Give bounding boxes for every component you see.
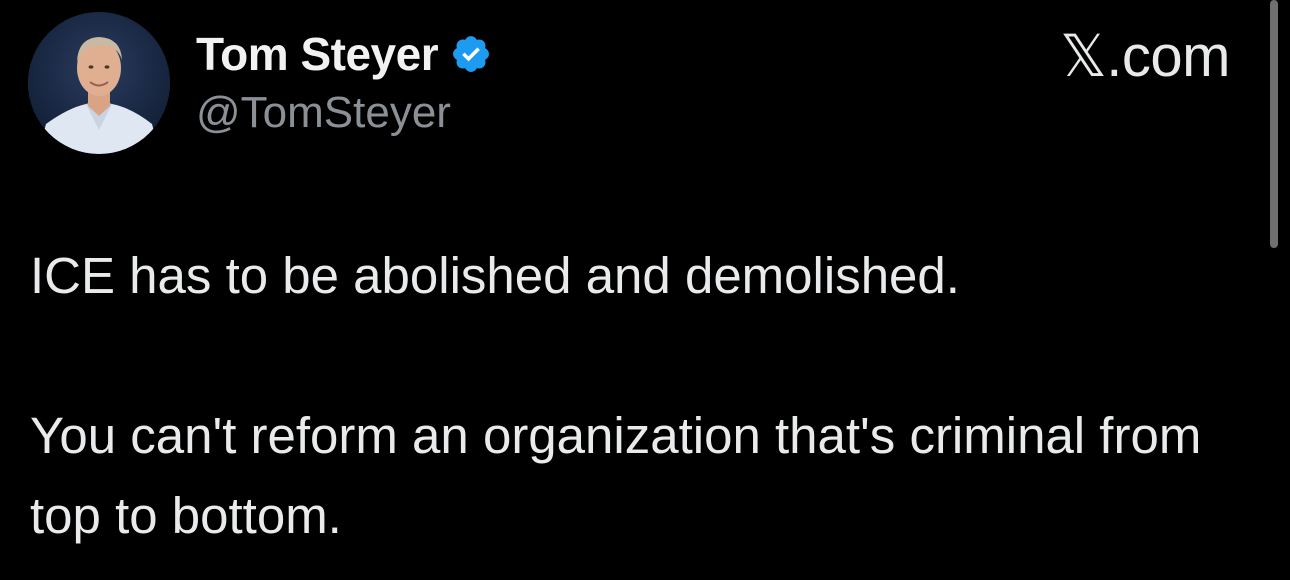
tweet-body: ICE has to be abolished and demolished. … — [30, 236, 1240, 556]
author-display-name[interactable]: Tom Steyer — [196, 27, 439, 81]
author-handle[interactable]: @TomSteyer — [196, 88, 451, 138]
site-label: 𝕏.com — [1060, 24, 1230, 89]
tweet-paragraph: You can't reform an organization that's … — [30, 407, 1202, 544]
profile-photo-icon — [28, 12, 170, 154]
verified-badge-icon — [450, 33, 492, 75]
scrollbar-thumb[interactable] — [1270, 0, 1278, 248]
author-name-row: Tom Steyer — [196, 26, 492, 82]
tweet-paragraph: ICE has to be abolished and demolished. — [30, 247, 960, 304]
avatar[interactable] — [28, 12, 170, 154]
tweet-card: Tom Steyer @TomSteyer 𝕏.com ICE has to b… — [0, 0, 1290, 580]
